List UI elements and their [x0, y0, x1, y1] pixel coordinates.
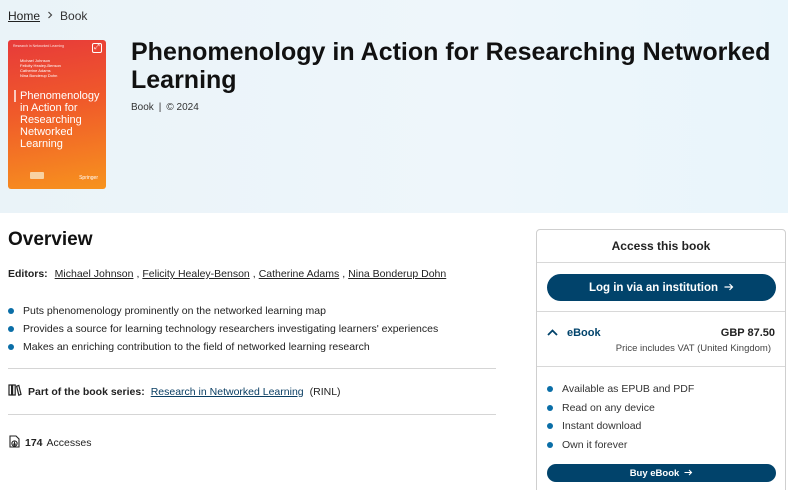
cover-title: Phenomenology in Action for Researching … [20, 90, 100, 150]
cover-authors: Michael Johnson Felicity Healey-Benson C… [20, 58, 61, 78]
bullet-icon [8, 326, 14, 332]
access-panel-title: Access this book [537, 230, 785, 263]
vat-note: Price includes VAT (United Kingdom) [615, 343, 771, 354]
editors-label: Editors: [8, 268, 48, 280]
cover-accent-bar [14, 90, 16, 102]
list-item: Instant download [547, 417, 694, 436]
editor-link[interactable]: Catherine Adams [259, 268, 340, 280]
books-icon [8, 384, 22, 399]
ebook-features: Available as EPUB and PDF Read on any de… [547, 380, 694, 454]
series-link[interactable]: Research in Networked Learning [151, 386, 304, 398]
list-item: Puts phenomenology prominently on the ne… [8, 302, 438, 320]
book-year: © 2024 [166, 102, 199, 113]
list-item: Own it forever [547, 436, 694, 455]
editor-link[interactable]: Nina Bonderup Dohn [348, 268, 446, 280]
login-institution-button[interactable]: Log in via an institution [547, 274, 776, 301]
access-panel: Access this book Log in via an instituti… [536, 229, 786, 490]
breadcrumb: Home Book [8, 9, 87, 23]
bullet-icon [547, 386, 553, 393]
list-item: Read on any device [547, 399, 694, 418]
expand-icon[interactable]: ⤢ [92, 43, 102, 53]
series-abbr: (RINL) [309, 385, 341, 398]
book-series: Part of the book series: Research in Net… [8, 384, 341, 399]
bullet-icon [547, 404, 553, 411]
ebook-label: eBook [567, 327, 601, 339]
list-item: Available as EPUB and PDF [547, 380, 694, 399]
arrow-right-icon [724, 282, 734, 294]
accesses-label: Accesses [46, 437, 92, 449]
chevron-right-icon [46, 10, 54, 22]
bullet-icon [8, 344, 14, 350]
cover-publisher: Springer [79, 175, 98, 181]
breadcrumb-current: Book [60, 9, 88, 23]
meta-separator: | [158, 102, 162, 113]
divider [537, 366, 785, 367]
book-meta: Book | © 2024 [131, 102, 199, 113]
chevron-up-icon[interactable] [547, 327, 558, 339]
accesses-metric: 174 Accesses [8, 435, 91, 451]
book-type: Book [131, 102, 154, 113]
list-item: Provides a source for learning technolog… [8, 320, 438, 338]
series-label: Part of the book series: [28, 385, 145, 398]
overview-highlights: Puts phenomenology prominently on the ne… [8, 302, 438, 356]
bullet-icon [547, 423, 553, 430]
divider [8, 414, 496, 415]
editor-link[interactable]: Felicity Healey-Benson [142, 268, 249, 280]
download-icon [8, 435, 21, 451]
bullet-icon [547, 441, 553, 448]
cover-badge [30, 172, 44, 179]
ebook-price: GBP 87.50 [720, 327, 775, 339]
bullet-icon [8, 308, 14, 314]
page-title: Phenomenology in Action for Researching … [131, 38, 771, 94]
overview-heading: Overview [8, 229, 93, 250]
ebook-option[interactable]: eBook GBP 87.50 [547, 327, 775, 339]
arrow-right-icon [684, 468, 693, 479]
list-item: Makes an enriching contribution to the f… [8, 338, 438, 356]
book-cover-image[interactable]: Research in Networked Learning ⤢ Michael… [8, 40, 106, 189]
book-hero [0, 0, 788, 213]
editor-link[interactable]: Michael Johnson [55, 268, 134, 280]
editors-list: Editors: Michael Johnson, Felicity Heale… [8, 268, 447, 280]
buy-ebook-button[interactable]: Buy eBook [547, 464, 776, 482]
accesses-count: 174 [25, 437, 43, 449]
breadcrumb-home-link[interactable]: Home [8, 9, 40, 23]
divider [537, 311, 785, 312]
divider [8, 368, 496, 369]
cover-series: Research in Networked Learning [13, 44, 64, 48]
